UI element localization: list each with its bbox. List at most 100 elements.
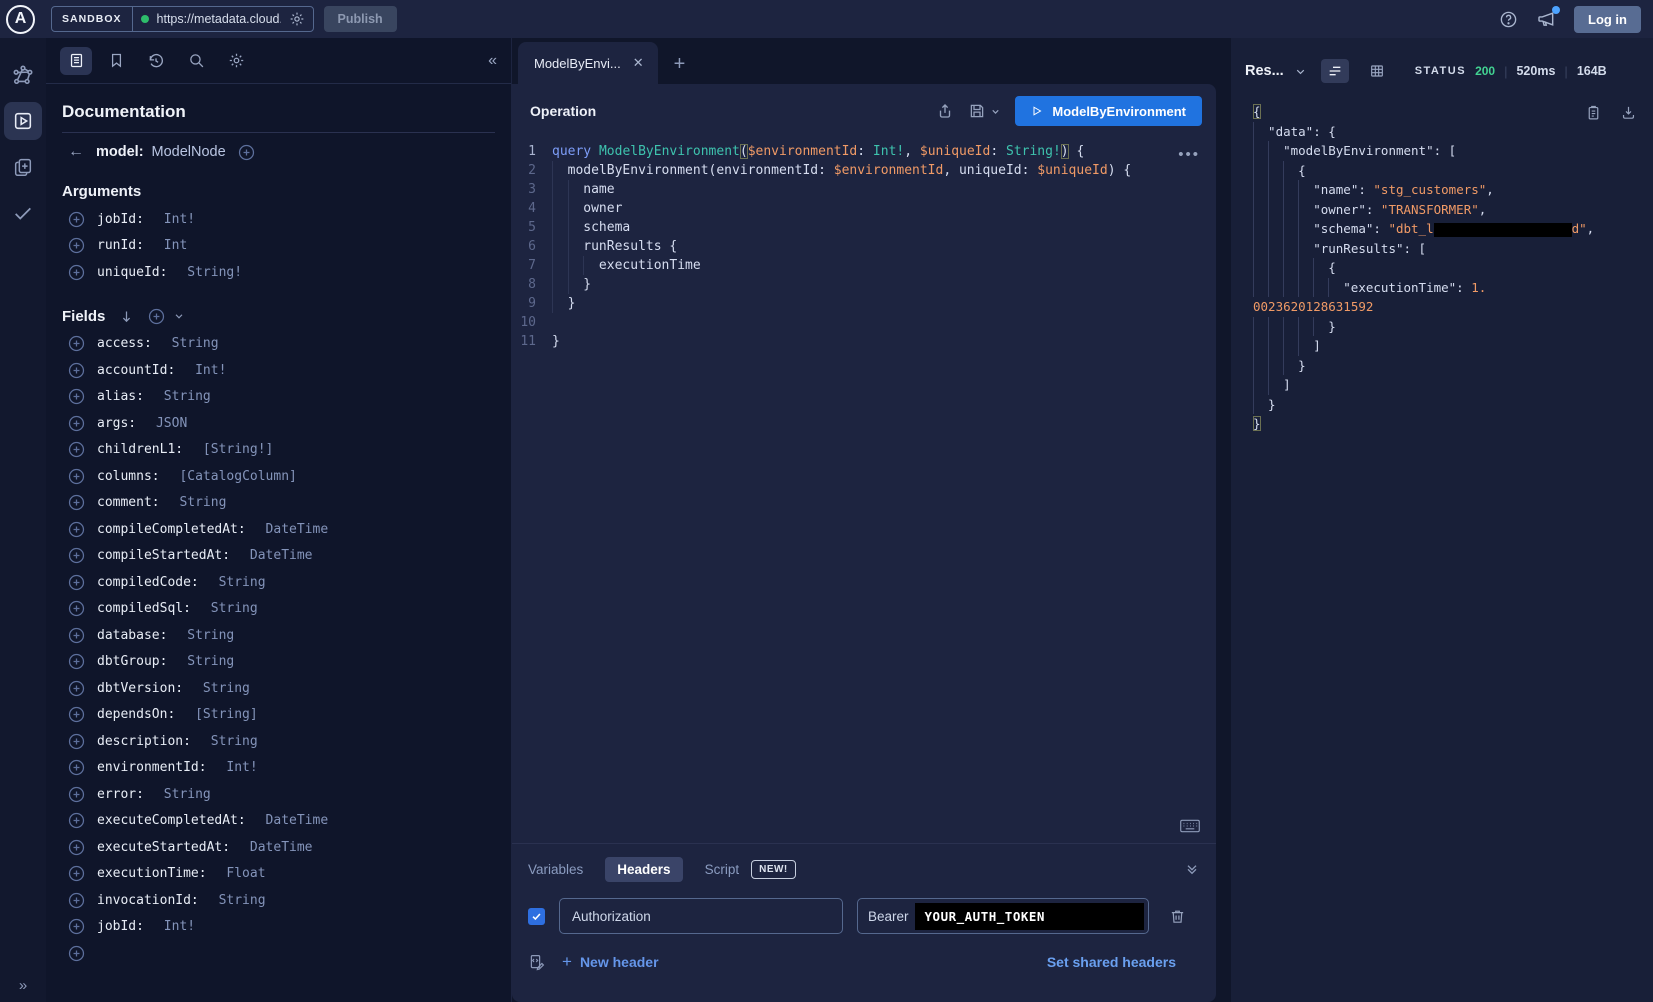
schema-field-row[interactable]: alias: String (62, 384, 495, 411)
schema-field-row[interactable]: childrenL1: [String!] (62, 437, 495, 464)
copy-response-icon[interactable] (1585, 104, 1602, 121)
schema-field-row[interactable]: comment: String (62, 490, 495, 517)
schema-field-row[interactable]: runId: Int (62, 233, 495, 260)
help-icon[interactable] (1499, 10, 1518, 29)
add-to-query-icon[interactable] (68, 441, 85, 458)
response-dropdown-chevron-icon[interactable] (1294, 65, 1307, 78)
run-operation-button[interactable]: ModelByEnvironment (1015, 96, 1202, 126)
add-to-query-icon[interactable] (68, 812, 85, 829)
schema-field-row[interactable]: error: String (62, 781, 495, 808)
field-type[interactable]: DateTime (250, 840, 313, 855)
field-type[interactable]: String (187, 654, 234, 669)
field-type[interactable]: String (164, 389, 211, 404)
schema-field-row[interactable]: dbtGroup: String (62, 649, 495, 676)
schema-field-row[interactable]: executeCompletedAt: DateTime (62, 808, 495, 835)
header-key-input[interactable]: Authorization (559, 898, 843, 934)
collapse-bottom-panel-icon[interactable] (1184, 861, 1200, 877)
expand-rail-icon[interactable]: » (0, 977, 46, 994)
field-type[interactable]: DateTime (266, 813, 329, 828)
add-to-query-icon[interactable] (68, 759, 85, 776)
search-icon[interactable] (180, 47, 212, 75)
schema-graph-icon[interactable] (4, 56, 42, 94)
add-to-query-icon[interactable] (68, 521, 85, 538)
new-header-button[interactable]: + New header (562, 952, 659, 972)
add-to-query-icon[interactable] (68, 388, 85, 405)
editor-overflow-menu-icon[interactable]: ••• (1178, 146, 1200, 163)
add-to-query-icon[interactable] (68, 415, 85, 432)
schema-field-row[interactable]: jobId: Int! (62, 206, 495, 233)
header-enabled-checkbox[interactable] (528, 908, 545, 925)
response-dropdown[interactable]: Res... (1245, 63, 1284, 79)
add-to-query-icon[interactable] (68, 627, 85, 644)
schema-field-row[interactable]: dependsOn: [String] (62, 702, 495, 729)
back-arrow-icon[interactable]: ← (68, 143, 84, 161)
edit-headers-as-text-icon[interactable] (528, 953, 546, 971)
field-type[interactable]: String (211, 734, 258, 749)
field-type[interactable]: String (172, 336, 219, 351)
save-operation-control[interactable] (968, 102, 1001, 120)
field-type[interactable]: String (211, 601, 258, 616)
add-to-query-icon[interactable] (68, 706, 85, 723)
documentation-tab-icon[interactable] (60, 47, 92, 75)
add-to-query-icon[interactable] (68, 892, 85, 909)
field-type[interactable]: String (179, 495, 226, 510)
add-to-query-icon[interactable] (68, 839, 85, 856)
field-type[interactable]: DateTime (250, 548, 313, 563)
add-model-to-query-icon[interactable] (238, 144, 255, 161)
field-type[interactable]: Int (164, 238, 187, 253)
breadcrumb-type-link[interactable]: ModelNode (152, 144, 226, 160)
field-type[interactable]: String (219, 575, 266, 590)
download-response-icon[interactable] (1620, 104, 1637, 121)
schema-field-row[interactable]: invocationId: String (62, 887, 495, 914)
set-shared-headers-link[interactable]: Set shared headers (1047, 954, 1176, 970)
apollo-logo[interactable]: A (6, 5, 35, 34)
tab-headers[interactable]: Headers (605, 857, 682, 882)
schema-field-row[interactable]: args: JSON (62, 410, 495, 437)
field-type[interactable]: Int! (226, 760, 257, 775)
add-all-fields-icon[interactable] (148, 308, 165, 325)
add-to-query-icon[interactable] (68, 547, 85, 564)
tab-script[interactable]: Script (705, 862, 740, 877)
field-type[interactable]: Int! (164, 919, 195, 934)
schema-field-row[interactable]: columns: [CatalogColumn] (62, 463, 495, 490)
field-type[interactable]: Int! (195, 363, 226, 378)
add-to-query-icon[interactable] (68, 335, 85, 352)
field-type[interactable]: Float (226, 866, 265, 881)
schema-field-row[interactable]: uniqueId: String! (62, 259, 495, 286)
add-to-query-icon[interactable] (68, 653, 85, 670)
settings-icon[interactable] (220, 47, 252, 75)
schema-field-row[interactable]: database: String (62, 622, 495, 649)
field-type[interactable]: DateTime (266, 522, 329, 537)
field-type[interactable]: [String!] (203, 442, 273, 457)
add-to-query-icon[interactable] (68, 468, 85, 485)
announcements-icon[interactable] (1536, 9, 1556, 29)
field-type[interactable]: [CatalogColumn] (179, 469, 296, 484)
table-view-icon[interactable] (1363, 59, 1391, 83)
field-type[interactable]: String! (187, 265, 242, 280)
schema-field-row[interactable]: compiledSql: String (62, 596, 495, 623)
field-type[interactable]: [String] (195, 707, 258, 722)
collapse-panel-icon[interactable]: « (488, 52, 497, 70)
endpoint-url-input[interactable]: https://metadata.cloud.get (133, 7, 313, 31)
add-to-query-icon[interactable] (68, 945, 85, 962)
field-type[interactable]: String (187, 628, 234, 643)
explorer-icon[interactable] (4, 102, 42, 140)
add-to-query-icon[interactable] (68, 918, 85, 935)
checklist-icon[interactable] (4, 194, 42, 232)
schema-field-row[interactable]: access: String (62, 331, 495, 358)
close-tab-icon[interactable]: ✕ (633, 55, 644, 71)
add-to-query-icon[interactable] (68, 733, 85, 750)
operation-collections-icon[interactable] (4, 148, 42, 186)
operation-tab[interactable]: ModelByEnvi... ✕ (518, 42, 658, 84)
add-to-query-icon[interactable] (68, 574, 85, 591)
formatted-view-icon[interactable] (1321, 59, 1349, 83)
schema-field-row[interactable]: description: String (62, 728, 495, 755)
schema-field-row[interactable]: executeStartedAt: DateTime (62, 834, 495, 861)
saved-operations-icon[interactable] (100, 47, 132, 75)
schema-field-row[interactable]: compileCompletedAt: DateTime (62, 516, 495, 543)
login-button[interactable]: Log in (1574, 6, 1641, 33)
field-type[interactable]: Int! (164, 212, 195, 227)
schema-field-row[interactable]: compiledCode: String (62, 569, 495, 596)
field-type[interactable]: JSON (156, 416, 187, 431)
graphql-editor[interactable]: ••• 1query ModelByEnvironment($environme… (512, 138, 1216, 843)
